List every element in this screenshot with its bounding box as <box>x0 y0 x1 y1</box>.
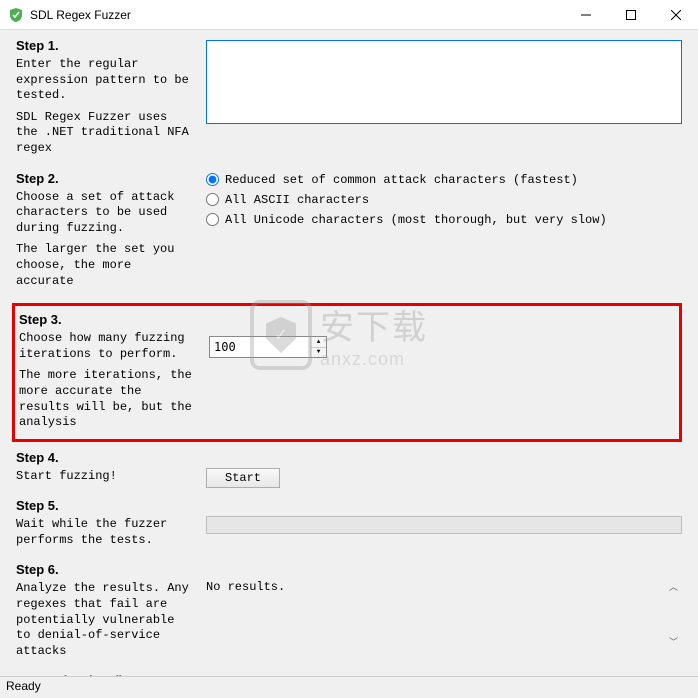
step4-desc: Start fuzzing! <box>16 469 196 485</box>
status-bar: Ready <box>0 676 698 698</box>
scroll-up-icon[interactable]: ︿ <box>669 580 678 593</box>
attack-option-reduced[interactable]: Reduced set of common attack characters … <box>206 173 682 187</box>
main-content: Step 1. Enter the regular expression pat… <box>0 30 698 676</box>
app-icon <box>8 7 24 23</box>
attack-option-unicode[interactable]: All Unicode characters (most thorough, b… <box>206 213 682 227</box>
window-controls <box>563 0 698 29</box>
close-button[interactable] <box>653 0 698 29</box>
maximize-button[interactable] <box>608 0 653 29</box>
radio-reduced[interactable] <box>206 173 219 186</box>
step-1: Step 1. Enter the regular expression pat… <box>16 38 682 163</box>
titlebar: SDL Regex Fuzzer <box>0 0 698 30</box>
step4-title: Step 4. <box>16 450 196 465</box>
step-6: Step 6. Analyze the results. Any regexes… <box>16 562 682 665</box>
spinner-down[interactable]: ▼ <box>311 348 326 358</box>
minimize-button[interactable] <box>563 0 608 29</box>
step3-desc2: The more iterations, the more accurate t… <box>19 368 199 430</box>
step-2: Step 2. Choose a set of attack character… <box>16 171 682 296</box>
step6-desc: Analyze the results. Any regexes that fa… <box>16 581 196 659</box>
step-4: Step 4. Start fuzzing! Start <box>16 450 682 491</box>
step5-desc: Wait while the fuzzer performs the tests… <box>16 517 196 548</box>
attack-option-ascii[interactable]: All ASCII characters <box>206 193 682 207</box>
spinner-up[interactable]: ▲ <box>311 337 326 348</box>
step-3: Step 3. Choose how many fuzzing iteratio… <box>19 312 675 437</box>
step-5: Step 5. Wait while the fuzzer performs t… <box>16 498 682 554</box>
step2-desc1: Choose a set of attack characters to be … <box>16 190 196 237</box>
step1-title: Step 1. <box>16 38 196 53</box>
step1-desc2: SDL Regex Fuzzer uses the .NET tradition… <box>16 110 196 157</box>
window-title: SDL Regex Fuzzer <box>30 8 563 22</box>
step1-desc1: Enter the regular expression pattern to … <box>16 57 196 104</box>
step2-desc2: The larger the set you choose, the more … <box>16 242 196 289</box>
iterations-input[interactable] <box>210 337 310 357</box>
iterations-spinner[interactable]: ▲ ▼ <box>209 336 327 358</box>
results-scroll[interactable]: ︿ ﹀ <box>669 580 678 648</box>
step3-highlight: Step 3. Choose how many fuzzing iteratio… <box>12 303 682 442</box>
radio-ascii[interactable] <box>206 193 219 206</box>
scroll-down-icon[interactable]: ﹀ <box>669 635 678 648</box>
radio-unicode[interactable] <box>206 213 219 226</box>
progress-bar <box>206 516 682 534</box>
regex-input[interactable] <box>206 40 682 124</box>
step6-title: Step 6. <box>16 562 196 577</box>
step3-title: Step 3. <box>19 312 199 327</box>
results-text: No results. <box>206 580 669 594</box>
start-button[interactable]: Start <box>206 468 280 488</box>
step5-title: Step 5. <box>16 498 196 513</box>
step2-title: Step 2. <box>16 171 196 186</box>
step3-desc1: Choose how many fuzzing iterations to pe… <box>19 331 199 362</box>
status-text: Ready <box>6 679 41 693</box>
